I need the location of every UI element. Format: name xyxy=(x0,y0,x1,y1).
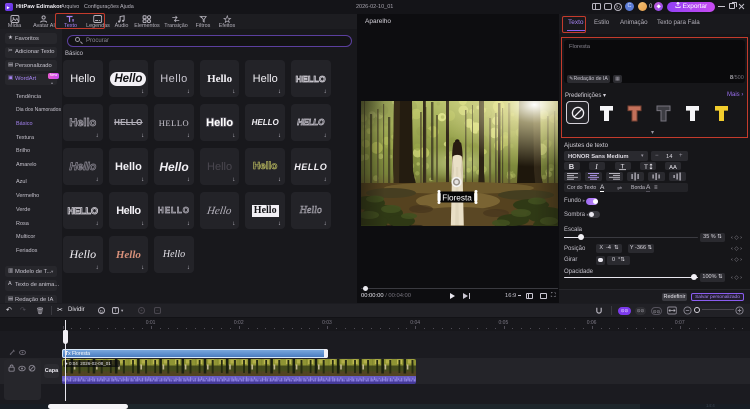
svg-text:AA: AA xyxy=(669,165,677,171)
svg-text:T: T xyxy=(644,164,648,171)
svg-text:I: I xyxy=(594,162,598,171)
svg-text:B: B xyxy=(569,162,575,171)
svg-text:Floresta: Floresta xyxy=(442,194,472,203)
